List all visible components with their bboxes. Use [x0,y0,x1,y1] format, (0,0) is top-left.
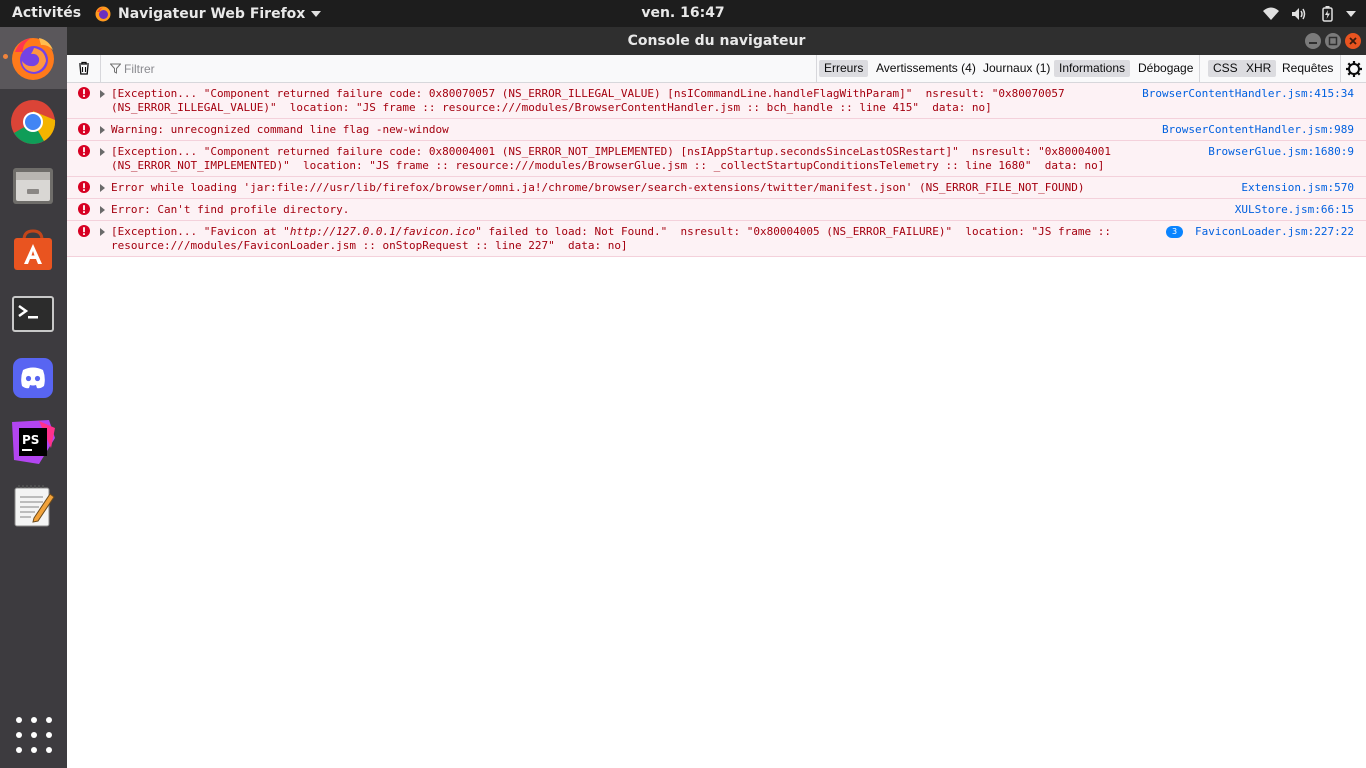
expand-arrow-icon[interactable] [100,90,105,98]
app-menu-label: Navigateur Web Firefox [118,5,306,22]
console-toolbar: Erreurs Avertissements (4) Journaux (1) … [67,55,1366,83]
discord-icon [13,358,53,398]
dock-item-software[interactable] [0,219,67,281]
maximize-icon [1328,36,1338,46]
repeat-count-badge: 3 [1166,226,1184,238]
expand-arrow-icon[interactable] [100,228,105,236]
browser-console-window: Console du navigateur Erreurs Avertissem… [67,27,1366,768]
console-message[interactable]: [Exception... "Favicon at "http://127.0.… [67,221,1366,257]
filter-logs-button[interactable]: Journaux (1) [978,60,1055,77]
filter-xhr-button[interactable]: XHR [1241,60,1277,77]
filter-css-button[interactable]: CSS [1208,60,1243,77]
message-source-link[interactable]: FaviconLoader.jsm:227:22 [1195,225,1354,238]
running-indicator [3,54,8,59]
console-message[interactable]: Warning: unrecognized command line flag … [67,119,1366,141]
dock-item-discord[interactable] [0,347,67,409]
console-message[interactable]: [Exception... "Component returned failur… [67,141,1366,177]
message-text: [Exception... "Favicon at "http://127.0.… [111,225,1121,253]
error-icon [78,87,90,99]
error-icon [78,181,90,193]
minimize-button[interactable] [1305,33,1321,49]
app-menu[interactable]: Navigateur Web Firefox [95,4,322,23]
chevron-down-icon [311,10,322,17]
message-text: Error while loading 'jar:file:///usr/lib… [111,181,1085,194]
close-icon [1349,37,1357,45]
terminal-icon [12,296,54,332]
expand-arrow-icon[interactable] [100,148,105,156]
expand-arrow-icon[interactable] [100,184,105,192]
activities-button[interactable]: Activités [12,5,81,21]
error-icon [78,203,90,215]
filter-info-button[interactable]: Informations [1054,60,1131,77]
error-icon [78,225,90,237]
grid-icon[interactable] [16,717,52,753]
message-source-link[interactable]: XULStore.jsm:66:15 [1235,203,1354,217]
volume-icon [1292,7,1306,20]
chevron-down-icon [1346,10,1356,17]
message-source-group: 3 FaviconLoader.jsm:227:22 [1166,225,1354,239]
svg-text:PS: PS [22,433,39,447]
dock-item-terminal[interactable] [0,283,67,345]
filter-requests-button[interactable]: Requêtes [1277,60,1338,77]
close-button[interactable] [1345,33,1361,49]
divider [1199,55,1200,83]
expand-arrow-icon[interactable] [100,126,105,134]
ubuntu-software-icon [14,229,52,270]
message-text: Error: Can't find profile directory. [111,203,350,216]
system-tray[interactable] [1262,4,1356,23]
message-text-part: [Exception... "Favicon at " [111,225,290,238]
phpstorm-icon: PS [12,420,55,464]
console-message[interactable]: [Exception... "Component returned failur… [67,83,1366,119]
message-text: [Exception... "Component returned failur… [111,87,1065,114]
minimize-icon [1309,42,1317,44]
message-text: [Exception... "Component returned failur… [111,145,1112,172]
firefox-icon [12,38,54,80]
divider [816,55,817,83]
chrome-icon [11,100,56,144]
dock: PS [0,27,67,768]
trash-icon[interactable] [76,60,92,76]
filter-errors-button[interactable]: Erreurs [819,60,869,77]
firefox-icon [95,6,111,21]
error-icon [78,123,90,135]
message-source-link[interactable]: BrowserGlue.jsm:1680:9 [1208,145,1354,159]
top-panel: Activités Navigateur Web Firefox ven. 16… [0,0,1366,27]
message-source-link[interactable]: BrowserContentHandler.jsm:415:34 [1142,87,1354,101]
filter-input[interactable] [124,59,504,79]
filter-warnings-button[interactable]: Avertissements (4) [871,60,981,77]
maximize-button[interactable] [1325,33,1341,49]
divider [100,55,101,83]
console-message[interactable]: Error while loading 'jar:file:///usr/lib… [67,177,1366,199]
gear-icon[interactable] [1345,60,1363,78]
console-message[interactable]: Error: Can't find profile directory. XUL… [67,199,1366,221]
filter-icon [110,63,121,74]
message-url: http://127.0.0.1/favicon.ico [289,225,476,238]
window-title: Console du navigateur [627,33,806,49]
console-output: [Exception... "Component returned failur… [67,83,1366,257]
text-editor-icon [14,485,55,527]
title-bar[interactable]: Console du navigateur [67,27,1366,55]
message-source-link[interactable]: Extension.jsm:570 [1241,181,1354,195]
dock-item-files[interactable] [0,155,67,217]
dock-item-phpstorm[interactable]: PS [0,411,67,473]
error-icon [78,145,90,157]
dock-item-firefox[interactable] [0,27,67,89]
divider [1340,55,1341,83]
filter-debug-button[interactable]: Débogage [1133,60,1198,77]
expand-arrow-icon[interactable] [100,206,105,214]
battery-icon [1322,5,1333,22]
dock-item-chrome[interactable] [0,91,67,153]
message-source-link[interactable]: BrowserContentHandler.jsm:989 [1162,123,1354,137]
wifi-icon [1263,7,1279,20]
dock-item-text-editor[interactable] [0,475,67,537]
files-icon [13,168,53,204]
